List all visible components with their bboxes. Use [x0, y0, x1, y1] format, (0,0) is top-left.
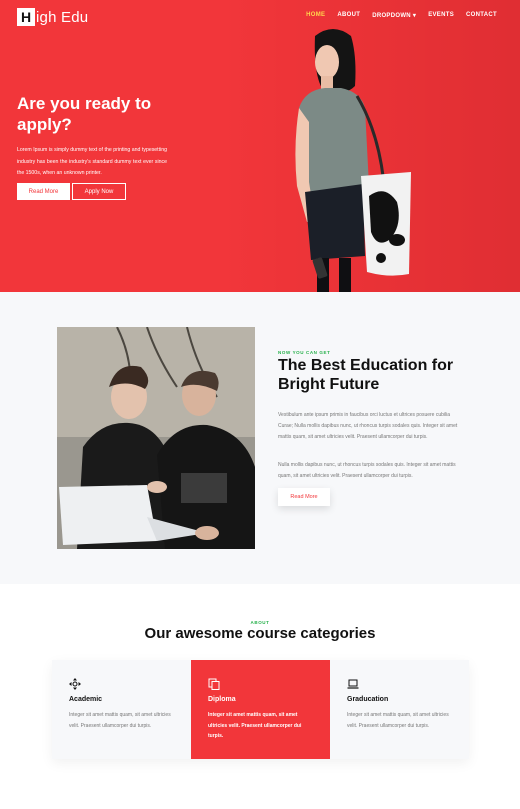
main-nav: HOME ABOUT DROPDOWN ▾ EVENTS CONTACT: [306, 12, 497, 19]
course-card-title: Diploma: [208, 696, 236, 703]
course-card-title: Academic: [69, 696, 103, 703]
course-card-academic[interactable]: Academic Integer sit amet mattis quam, s…: [52, 660, 191, 759]
site-logo[interactable]: H igh Edu: [17, 8, 88, 26]
course-cards: Academic Integer sit amet mattis quam, s…: [52, 660, 469, 759]
logo-text: igh Edu: [36, 8, 89, 26]
nav-item-events[interactable]: EVENTS: [428, 12, 454, 19]
about-read-more-button[interactable]: Read More: [278, 488, 330, 506]
hero-read-more-button[interactable]: Read More: [17, 183, 70, 200]
course-card-diploma[interactable]: Diploma Integer sit amet mattis quam, si…: [191, 660, 330, 759]
about-eyebrow: NOW YOU CAN GET: [278, 350, 331, 355]
students-photo: [57, 327, 255, 549]
hero-title: Are you ready to apply?: [17, 94, 152, 134]
course-card-text: Integer sit amet mattis quam, sit amet u…: [208, 712, 302, 739]
logo-letter: H: [17, 8, 35, 26]
move-icon: [69, 678, 81, 690]
nav-item-dropdown[interactable]: DROPDOWN ▾: [372, 12, 416, 19]
hero-description: Lorem Ipsum is simply dummy text of the …: [17, 147, 167, 176]
nav-item-contact[interactable]: CONTACT: [466, 12, 497, 19]
nav-item-about[interactable]: ABOUT: [337, 12, 360, 19]
about-section: NOW YOU CAN GET The Best Education for B…: [0, 292, 520, 584]
nav-item-home[interactable]: HOME: [306, 12, 325, 19]
course-card-text: Integer sit amet mattis quam, sit amet u…: [347, 712, 449, 729]
laptop-icon: [347, 679, 359, 689]
about-paragraph-1: Vestibulum ante ipsum primis in faucibus…: [278, 412, 458, 440]
courses-section: ABOUT Our awesome course categories Acad…: [0, 584, 520, 809]
course-card-graduation[interactable]: Graducation Integer sit amet mattis quam…: [330, 660, 469, 759]
about-paragraph-2: Nulla mollis dapibus nunc, ut rhoncus tu…: [278, 462, 456, 479]
courses-title: Our awesome course categories: [144, 625, 376, 642]
hero-student-image: [295, 29, 411, 292]
hero-section: H igh Edu HOME ABOUT DROPDOWN ▾ EVENTS C…: [0, 0, 520, 292]
copy-icon: [208, 678, 220, 690]
course-card-title: Graducation: [347, 696, 389, 703]
course-card-text: Integer sit amet mattis quam, sit amet u…: [69, 712, 171, 729]
about-title: The Best Education for Bright Future: [278, 357, 454, 393]
hero-apply-now-button[interactable]: Apply Now: [72, 183, 126, 200]
